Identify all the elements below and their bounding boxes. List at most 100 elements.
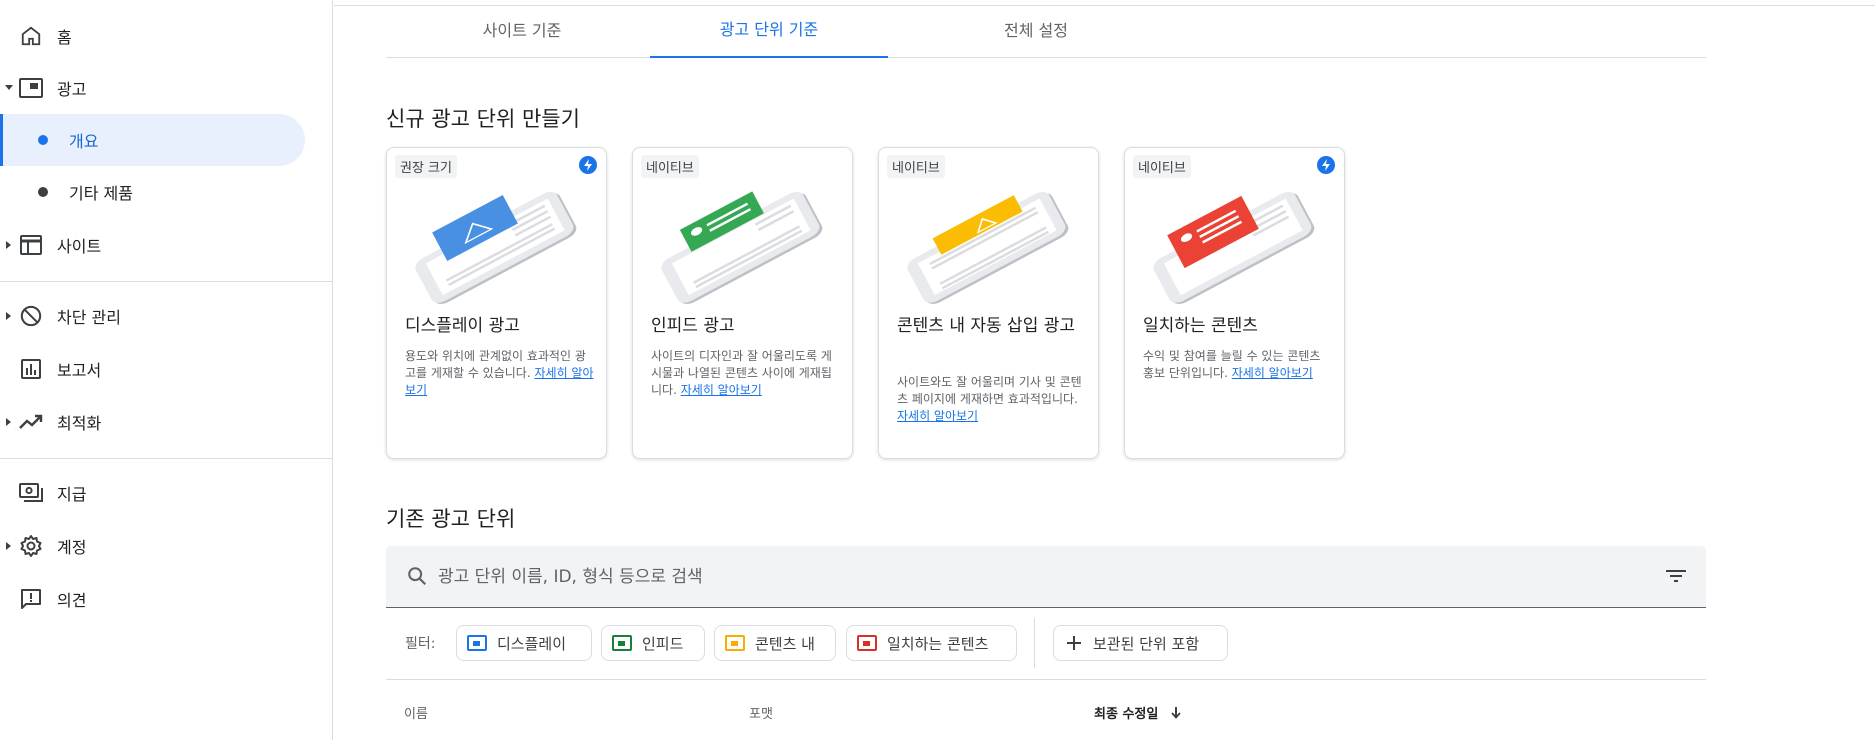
- card-description: 용도와 위치에 관계없이 효과적인 광고를 게재할 수 있습니다. 자세히 알아…: [405, 348, 595, 399]
- sidebar-item-label: 차단 관리: [57, 308, 121, 327]
- reports-icon: [18, 356, 44, 382]
- learn-more-link[interactable]: 자세히 알아보기: [897, 409, 978, 423]
- bolt-icon: [579, 156, 597, 174]
- sidebar-item-sites[interactable]: 사이트: [0, 219, 305, 271]
- sidebar-item-label: 기타 제품: [69, 184, 133, 203]
- chip-label: 보관된 단위 포함: [1093, 634, 1200, 653]
- in-article-ad-card[interactable]: 네이티브 콘텐츠 내 자동 삽입 광고 사이트와도 잘 어울리며 기사 및 콘텐…: [878, 147, 1099, 459]
- search-bar: [386, 546, 1706, 608]
- card-badge: 네이티브: [887, 155, 945, 178]
- new-ad-unit-heading: 신규 광고 단위 만들기: [386, 107, 580, 131]
- matched-content-card[interactable]: 네이티브 일치하는 콘텐츠 수익 및 참여를 늘릴 수 있는 콘텐츠 홍보 단위…: [1124, 147, 1345, 459]
- filter-chip-matched-content[interactable]: 일치하는 콘텐츠: [846, 625, 1017, 661]
- plus-icon: [1066, 635, 1082, 655]
- search-input[interactable]: [438, 562, 1588, 592]
- card-badge: 네이티브: [1133, 155, 1191, 178]
- matched-content-illustration: [1153, 191, 1315, 304]
- matched-content-format-icon: [857, 635, 877, 651]
- trending-up-icon: [18, 409, 44, 435]
- caret-right-icon: [4, 240, 14, 250]
- column-header-format[interactable]: 포맷: [749, 703, 773, 722]
- sidebar-item-label: 지급: [57, 485, 87, 504]
- feedback-icon: [18, 586, 44, 612]
- sidebar-divider: [0, 458, 333, 459]
- display-ad-card[interactable]: 권장 크기 디스플레이 광고 용도와 위치에 관계없이 효과적인 광고를 게재할…: [386, 147, 607, 459]
- filter-divider: [1034, 618, 1035, 668]
- chip-label: 디스플레이: [497, 634, 567, 653]
- card-badge: 권장 크기: [395, 155, 457, 178]
- filter-list-icon[interactable]: [1666, 568, 1686, 588]
- learn-more-link[interactable]: 자세히 알아보기: [1232, 366, 1313, 380]
- card-badge: 네이티브: [641, 155, 699, 178]
- sidebar-item-other-products[interactable]: 기타 제품: [0, 166, 305, 218]
- sidebar-item-blocking-controls[interactable]: 차단 관리: [0, 290, 305, 342]
- bullet-icon: [38, 187, 48, 197]
- infeed-format-icon: [612, 635, 632, 651]
- sidebar-item-optimization[interactable]: 최적화: [0, 396, 305, 448]
- sidebar-item-label: 사이트: [57, 237, 102, 256]
- column-header-last-modified[interactable]: 최종 수정일: [1094, 703, 1181, 723]
- gear-icon: [18, 533, 44, 559]
- sidebar-item-ads[interactable]: 광고: [0, 62, 305, 114]
- in-article-ad-illustration: [907, 191, 1069, 304]
- sites-icon: [18, 232, 44, 258]
- sidebar-divider: [0, 281, 333, 282]
- infeed-ad-card[interactable]: 네이티브 인피드 광고 사이트의 디자인과 잘 어울리도록 게시물과 나열된 콘…: [632, 147, 853, 459]
- card-title: 콘텐츠 내 자동 삽입 광고: [897, 316, 1076, 336]
- infeed-ad-illustration: [661, 191, 823, 304]
- sidebar-item-label: 보고서: [57, 361, 102, 380]
- bolt-icon: [1317, 156, 1335, 174]
- filter-chip-in-article[interactable]: 콘텐츠 내: [714, 625, 836, 661]
- bullet-icon: [38, 135, 48, 145]
- column-header-name[interactable]: 이름: [404, 703, 428, 722]
- sidebar: 홈 광고 개요 기타 제품 사이트 차단 관리 보고서 최적화 지급 계정 의견: [0, 0, 333, 740]
- include-archived-chip[interactable]: 보관된 단위 포함: [1053, 625, 1228, 661]
- card-description: 사이트와도 잘 어울리며 기사 및 콘텐츠 페이지에 게재하면 효과적입니다. …: [897, 374, 1087, 425]
- search-icon: [406, 565, 428, 591]
- payments-icon: [18, 480, 44, 506]
- chip-label: 일치하는 콘텐츠: [887, 634, 989, 653]
- sidebar-item-reports[interactable]: 보고서: [0, 343, 305, 395]
- tab-by-site[interactable]: 사이트 기준: [432, 0, 612, 58]
- caret-right-icon: [4, 541, 14, 551]
- table-top-border: [386, 679, 1706, 680]
- ads-icon: [18, 75, 44, 101]
- chip-label: 인피드: [642, 634, 684, 653]
- card-description: 수익 및 참여를 늘릴 수 있는 콘텐츠 홍보 단위입니다. 자세히 알아보기: [1143, 348, 1333, 382]
- block-icon: [18, 303, 44, 329]
- chip-label: 콘텐츠 내: [755, 634, 815, 653]
- column-header-label: 최종 수정일: [1094, 707, 1159, 722]
- sidebar-item-overview[interactable]: 개요: [0, 114, 305, 166]
- caret-down-icon: [4, 83, 14, 93]
- existing-ad-units-heading: 기존 광고 단위: [386, 507, 516, 531]
- caret-right-icon: [4, 417, 14, 427]
- in-article-format-icon: [725, 635, 745, 651]
- tab-bar: 사이트 기준 광고 단위 기준 전체 설정: [386, 0, 1706, 58]
- learn-more-link[interactable]: 자세히 알아보기: [681, 383, 762, 397]
- tab-global-settings[interactable]: 전체 설정: [916, 0, 1156, 58]
- sidebar-item-label: 광고: [57, 80, 87, 99]
- sidebar-item-account[interactable]: 계정: [0, 520, 305, 572]
- sidebar-item-label: 계정: [57, 538, 87, 557]
- filter-chip-display[interactable]: 디스플레이: [456, 625, 592, 661]
- sidebar-item-label: 홈: [57, 28, 72, 47]
- sidebar-item-label: 의견: [57, 591, 87, 610]
- card-title: 인피드 광고: [651, 316, 735, 336]
- sidebar-item-feedback[interactable]: 의견: [0, 573, 305, 625]
- card-title: 디스플레이 광고: [405, 316, 520, 336]
- display-ad-illustration: [415, 191, 577, 304]
- sidebar-item-home[interactable]: 홈: [0, 10, 305, 62]
- filter-chip-infeed[interactable]: 인피드: [601, 625, 705, 661]
- card-desc-text: 사이트와도 잘 어울리며 기사 및 콘텐츠 페이지에 게재하면 효과적입니다.: [897, 375, 1082, 406]
- sidebar-item-payments[interactable]: 지급: [0, 467, 305, 519]
- sidebar-item-label: 개요: [69, 132, 99, 151]
- arrow-down-icon: [1171, 706, 1181, 723]
- filter-label: 필터:: [405, 636, 436, 652]
- sidebar-item-label: 최적화: [57, 414, 102, 433]
- tab-by-ad-unit[interactable]: 광고 단위 기준: [650, 0, 888, 58]
- home-icon: [18, 23, 44, 49]
- card-title: 일치하는 콘텐츠: [1143, 316, 1258, 336]
- caret-right-icon: [4, 311, 14, 321]
- card-description: 사이트의 디자인과 잘 어울리도록 게시물과 나열된 콘텐츠 사이에 게재됩니다…: [651, 348, 841, 399]
- display-format-icon: [467, 635, 487, 651]
